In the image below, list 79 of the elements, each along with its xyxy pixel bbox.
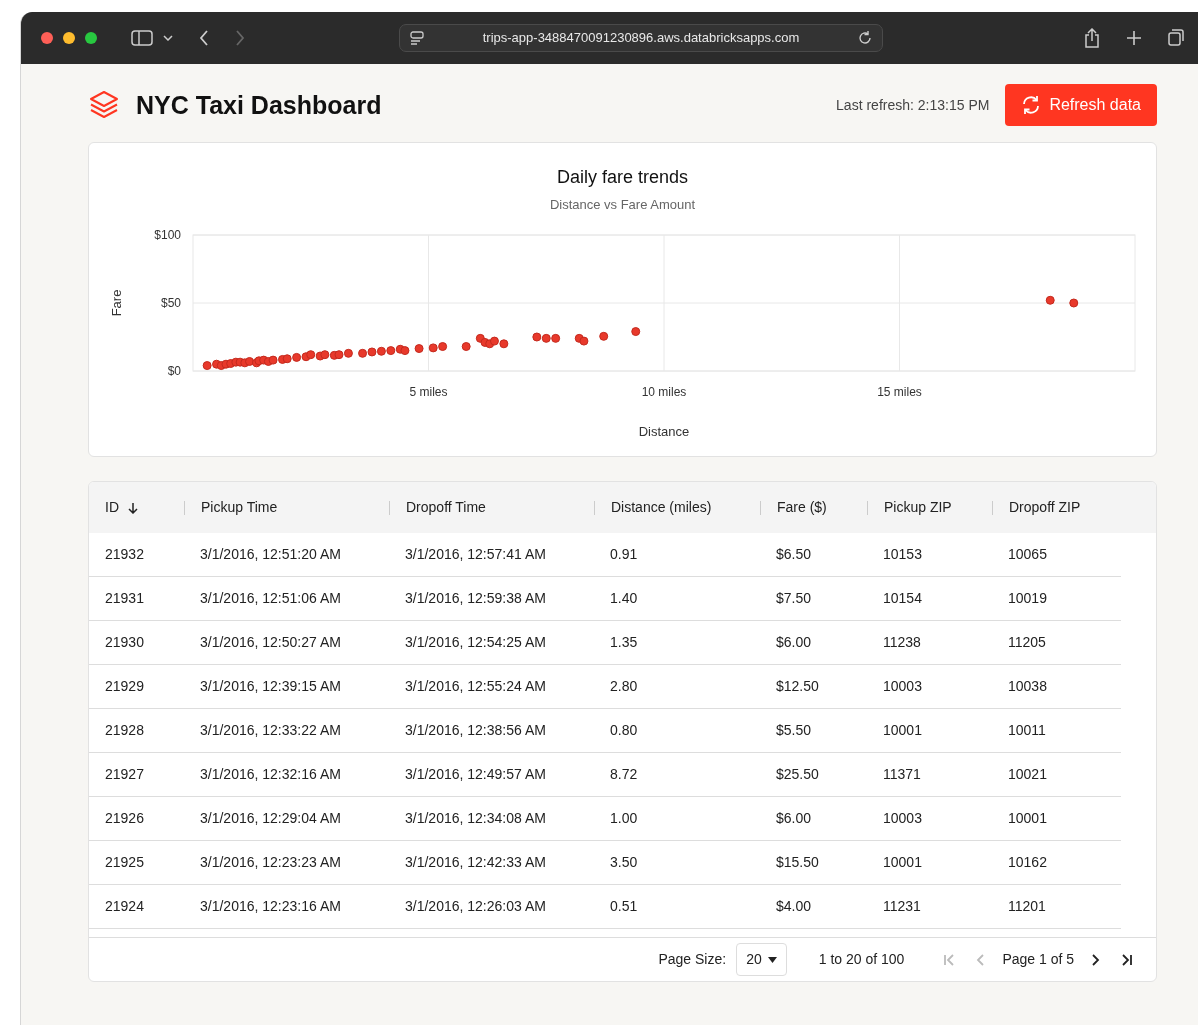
table-cell-text: 11205 xyxy=(1007,633,1047,652)
row-range-text: 1 to 20 of 100 xyxy=(818,950,905,969)
last-refresh-text: Last refresh: 2:13:15 PM xyxy=(836,95,990,115)
table-cell-text: 3/1/2016, 12:50:27 AM xyxy=(199,633,342,652)
table-cell-text: 10001 xyxy=(882,853,923,872)
table-cell-text: 0.80 xyxy=(609,721,639,740)
x-tick-label: 5 miles xyxy=(409,384,448,399)
table-cell-text: 1.40 xyxy=(609,589,639,608)
table-cell-text: 3/1/2016, 12:23:23 AM xyxy=(199,853,342,872)
table-cell-text: 10001 xyxy=(1007,809,1048,828)
url-text: trips-app-3488470091230896.aws.databricksapps.com xyxy=(481,29,801,48)
x-tick-label: 15 miles xyxy=(877,384,922,399)
y-tick-label: $0 xyxy=(167,363,181,378)
table-cell-text: 11231 xyxy=(882,897,922,916)
table-cell-text: 1.00 xyxy=(609,809,639,828)
table-cell-text: 10065 xyxy=(1007,545,1048,564)
table-cell-text: $12.50 xyxy=(775,677,820,696)
table-cell-text: $25.50 xyxy=(775,765,820,784)
table-cell-text: $6.00 xyxy=(775,809,813,828)
table-cell-text: $15.50 xyxy=(775,853,820,872)
table-cell-text: 0.91 xyxy=(609,545,639,564)
table-cell-text: 3/1/2016, 12:29:04 AM xyxy=(199,809,342,828)
table-cell-text: $6.50 xyxy=(775,545,813,564)
dashboard-title: NYC Taxi Dashboard xyxy=(136,90,382,120)
table-cell-text: 21930 xyxy=(104,633,145,652)
table-cell-text: 8.72 xyxy=(609,765,639,784)
chart-subtitle: Distance vs Fare Amount xyxy=(548,196,697,214)
table-cell-text: 10001 xyxy=(882,721,923,740)
table-cell-text: 11201 xyxy=(1007,897,1047,916)
table-cell-text: 21929 xyxy=(104,677,145,696)
table-cell-text: 1.35 xyxy=(609,633,639,652)
table-cell-text: 3/1/2016, 12:39:15 AM xyxy=(199,677,342,696)
table-cell-text: $6.00 xyxy=(775,633,813,652)
table-cell-text: 3/1/2016, 12:26:03 AM xyxy=(404,897,547,916)
table-cell-text: 3/1/2016, 12:32:16 AM xyxy=(199,765,342,784)
table-cell-text: $7.50 xyxy=(775,589,813,608)
table-cell-text: 10153 xyxy=(882,545,923,564)
table-cell-text: 10154 xyxy=(882,589,923,608)
x-axis-title: Distance xyxy=(638,423,690,439)
table-cell-text: 10003 xyxy=(882,809,923,828)
table-cell-text: 10021 xyxy=(1007,765,1048,784)
table-cell-text: 3/1/2016, 12:42:33 AM xyxy=(404,853,547,872)
table-cell-text: 10003 xyxy=(882,677,923,696)
table-cell-text: 3.50 xyxy=(609,853,639,872)
table-cell-text: 10011 xyxy=(1007,721,1047,740)
table-cell-text: 3/1/2016, 12:34:08 AM xyxy=(404,809,547,828)
table-cell-text: 21927 xyxy=(104,765,145,784)
table-cell-text: 3/1/2016, 12:49:57 AM xyxy=(404,765,547,784)
x-tick-label: 10 miles xyxy=(641,384,687,399)
y-axis-title: Fare xyxy=(109,289,124,316)
table-cell-text: $5.50 xyxy=(775,721,813,740)
table-cell-text: 3/1/2016, 12:38:56 AM xyxy=(404,721,547,740)
table-cell-text: 3/1/2016, 12:55:24 AM xyxy=(404,677,547,696)
table-cell-text: 21932 xyxy=(104,545,145,564)
page-indicator: Page 1 of 5 xyxy=(1002,950,1074,969)
table-cell-text: 3/1/2016, 12:57:41 AM xyxy=(404,545,547,564)
table-cell-text: 0.51 xyxy=(609,897,639,916)
y-tick-label: $100 xyxy=(154,227,181,242)
table-cell-text: 3/1/2016, 12:33:22 AM xyxy=(199,721,342,740)
table-cell-text: 3/1/2016, 12:51:20 AM xyxy=(199,545,342,564)
table-cell-text: 3/1/2016, 12:23:16 AM xyxy=(199,897,342,916)
table-cell-text: 10162 xyxy=(1007,853,1048,872)
table-cell-text: 2.80 xyxy=(609,677,639,696)
table-cell-text: 3/1/2016, 12:59:38 AM xyxy=(404,589,547,608)
table-cell-text: 21926 xyxy=(104,809,145,828)
table-cell-text: 21931 xyxy=(104,589,145,608)
table-cell-text: 10038 xyxy=(1007,677,1048,696)
table-cell-text: 10019 xyxy=(1007,589,1048,608)
table-cell-text: 11238 xyxy=(882,633,922,652)
y-tick-label: $50 xyxy=(160,295,181,310)
table-cell-text: 3/1/2016, 12:54:25 AM xyxy=(404,633,547,652)
table-cell-text: 3/1/2016, 12:51:06 AM xyxy=(199,589,342,608)
page-size-label: Page Size: xyxy=(658,950,727,969)
table-cell-text: 21924 xyxy=(104,897,145,916)
chart-title: Daily fare trends xyxy=(555,166,690,189)
table-cell-text: $4.00 xyxy=(775,897,813,916)
table-cell-text: 21928 xyxy=(104,721,145,740)
table-cell-text: 21925 xyxy=(104,853,145,872)
table-cell-text: 11371 xyxy=(882,765,922,784)
